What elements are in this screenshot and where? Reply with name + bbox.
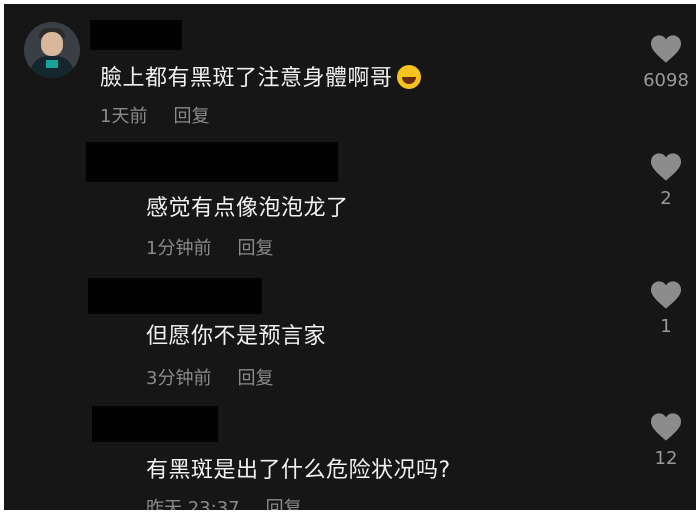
like-count: 12 [654, 448, 678, 469]
like-button[interactable]: 6098 [636, 34, 696, 91]
comment-text: 有黑斑是出了什么危险状况吗? [146, 458, 451, 483]
avatar[interactable] [24, 22, 80, 78]
like-count: 6098 [643, 70, 689, 91]
heart-icon [651, 153, 681, 181]
like-button[interactable]: 1 [636, 280, 696, 337]
comment-text: 感觉有点像泡泡龙了 [146, 196, 349, 221]
heart-icon [651, 413, 681, 441]
reply-comment-1: 感觉有点像泡泡龙了 1分钟前 回复 2 [4, 138, 696, 268]
like-count: 1 [660, 316, 672, 337]
timestamp: 1分钟前 [146, 238, 212, 259]
timestamp: 1天前 [100, 106, 148, 127]
comment-text-content: 臉上都有黑斑了注意身體啊哥 [100, 66, 393, 91]
comment-1: 臉上都有黑斑了注意身體啊哥 1天前 回复 6098 [4, 4, 696, 134]
like-button[interactable]: 2 [636, 152, 696, 209]
redacted-username [88, 278, 262, 314]
like-count: 2 [660, 188, 672, 209]
comment-meta: 昨天 23:37 回复 [146, 494, 302, 510]
comment-section: 臉上都有黑斑了注意身體啊哥 1天前 回复 6098 感觉有点像泡泡龙了 1分钟前回… [4, 4, 696, 510]
avatar-shirt-stripe [46, 60, 58, 68]
comment-text: 但愿你不是预言家 [146, 324, 327, 349]
laughing-emoji-icon [396, 65, 421, 89]
reply-button[interactable]: 回复 [173, 106, 209, 127]
heart-icon [651, 35, 681, 63]
reply-button[interactable]: 回复 [237, 238, 273, 259]
reply-button[interactable]: 回复 [237, 368, 273, 389]
heart-icon [651, 281, 681, 309]
redacted-username [90, 20, 182, 50]
redacted-username [92, 406, 218, 442]
reply-comment-3: 有黑斑是出了什么危险状况吗? 昨天 23:37 回复 12 [4, 402, 696, 510]
comment-text: 臉上都有黑斑了注意身體啊哥 [100, 60, 421, 92]
comment-meta: 1天前 回复 [100, 102, 209, 128]
avatar-face [41, 32, 63, 56]
timestamp: 昨天 23:37 [146, 498, 240, 510]
comment-meta: 1分钟前 回复 [146, 234, 273, 260]
reply-comment-2: 但愿你不是预言家 3分钟前 回复 1 [4, 274, 696, 404]
redacted-username [86, 142, 338, 182]
timestamp: 3分钟前 [146, 368, 212, 389]
like-button[interactable]: 12 [636, 412, 696, 469]
reply-button[interactable]: 回复 [266, 498, 302, 510]
comment-meta: 3分钟前 回复 [146, 364, 273, 390]
